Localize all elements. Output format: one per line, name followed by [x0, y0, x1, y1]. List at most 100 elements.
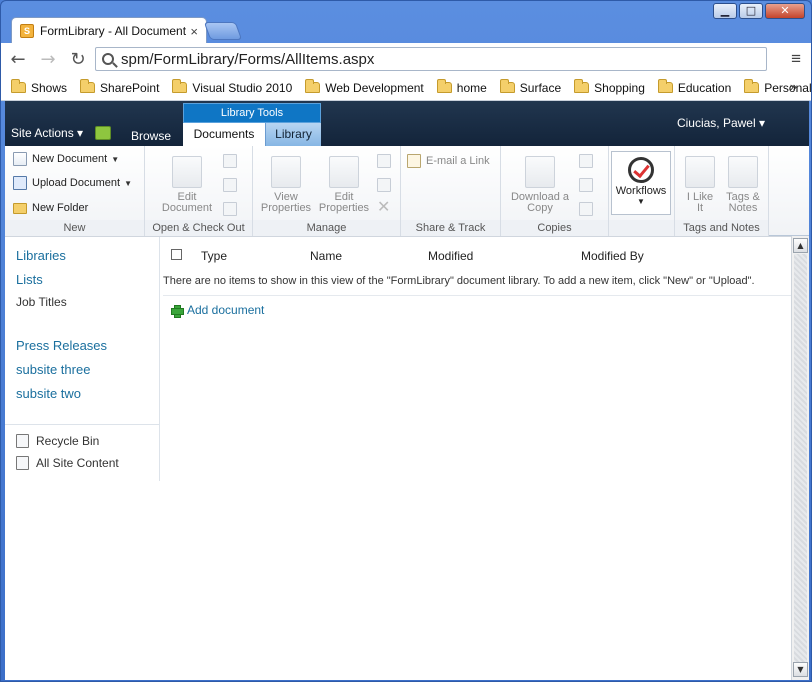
new-document-button[interactable]: New Document ▼	[13, 152, 119, 166]
nav-subsite-two[interactable]: subsite two	[16, 386, 81, 401]
bookmark-label: Shows	[31, 80, 68, 95]
bookmark-web-development[interactable]: Web Development	[305, 79, 424, 95]
select-all-checkbox[interactable]	[171, 249, 182, 260]
nav-press-releases[interactable]: Press Releases	[16, 338, 107, 353]
new-folder-label: New Folder	[32, 202, 89, 214]
folder-icon	[11, 79, 26, 93]
nav-lists[interactable]: Lists	[16, 272, 43, 287]
bookmark-label: SharePoint	[100, 80, 160, 95]
bookmark-surface[interactable]: Surface	[499, 79, 562, 95]
add-document-link[interactable]: Add document	[171, 303, 264, 318]
scroll-up-button[interactable]: ▲	[793, 238, 808, 253]
back-button[interactable]: ←	[5, 46, 31, 72]
folder-icon	[436, 79, 452, 93]
close-tab-icon[interactable]: ×	[190, 24, 198, 39]
user-menu[interactable]: Ciucias, Pawel ▾	[677, 116, 765, 130]
all-site-content-label: All Site Content	[36, 456, 119, 470]
thumbs-up-icon	[685, 156, 715, 188]
upload-document-button[interactable]: Upload Document ▼	[13, 176, 132, 190]
bookmark-label: Surface	[519, 80, 562, 95]
nav-all-site-content[interactable]: All Site Content	[16, 456, 119, 470]
edit-properties-label: Properties	[318, 202, 370, 214]
navigate-up-icon[interactable]	[95, 126, 111, 140]
check-out-icon[interactable]	[223, 154, 237, 168]
bookmark-home[interactable]: home	[436, 79, 487, 95]
url-text: spm/FormLibrary/Forms/AllItems.aspx	[121, 50, 375, 68]
column-modified[interactable]: Modified	[428, 249, 473, 263]
tab-strip: S FormLibrary - All Documents ×	[1, 13, 811, 44]
bookmark-label: Personal	[764, 80, 812, 95]
version-history-icon[interactable]	[377, 154, 391, 168]
dropdown-caret-icon: ▼	[111, 154, 120, 164]
bookmarks-overflow-icon[interactable]: »	[790, 79, 797, 94]
site-actions-menu[interactable]: Site Actions ▾	[11, 126, 83, 140]
tab-library[interactable]: Library	[265, 123, 321, 146]
folder-icon	[172, 79, 188, 93]
bookmark-sharepoint[interactable]: SharePoint	[80, 79, 160, 95]
send-to-icon[interactable]	[579, 154, 593, 168]
browser-menu-button[interactable]: ≡	[791, 49, 801, 69]
group-label-copies: Copies	[501, 220, 608, 236]
bookmark-education[interactable]: Education	[657, 79, 731, 95]
bookmark-label: Shopping	[594, 80, 645, 95]
new-tab-button[interactable]	[203, 22, 243, 40]
bookmarks-bar: Shows SharePoint Visual Studio 2010 Web …	[1, 75, 811, 101]
library-tools-header: Library Tools	[183, 103, 321, 123]
discard-check-out-icon[interactable]	[223, 202, 237, 216]
reload-button[interactable]: ↻	[65, 46, 91, 72]
group-label-manage: Manage	[253, 220, 400, 236]
nav-recycle-bin[interactable]: Recycle Bin	[16, 434, 99, 448]
workflows-label: Workflows	[615, 185, 667, 197]
column-name[interactable]: Name	[310, 249, 342, 263]
delete-document-icon[interactable]: ✕	[377, 200, 391, 216]
document-permissions-icon[interactable]	[377, 178, 391, 192]
download-copy-button[interactable]: Download a Copy	[505, 156, 575, 214]
nav-subsite-three[interactable]: subsite three	[16, 362, 90, 377]
check-in-icon[interactable]	[223, 178, 237, 192]
view-properties-button[interactable]: View Properties	[257, 156, 315, 214]
column-type[interactable]: Type	[201, 249, 227, 263]
download-copy-label: Copy	[527, 202, 553, 214]
scroll-track[interactable]	[794, 254, 807, 662]
list-header: Type Name Modified Modified By	[163, 237, 791, 273]
bookmark-visual-studio[interactable]: Visual Studio 2010	[172, 79, 292, 95]
site-content-icon	[16, 456, 29, 470]
nav-divider	[5, 424, 160, 425]
browser-toolbar: ← → ↻ spm/FormLibrary/Forms/AllItems.asp…	[1, 43, 811, 75]
new-folder-button[interactable]: New Folder	[13, 202, 88, 214]
download-icon	[525, 156, 555, 188]
address-bar[interactable]: spm/FormLibrary/Forms/AllItems.aspx	[95, 47, 767, 71]
tab-documents[interactable]: Documents	[183, 123, 265, 146]
upload-icon	[13, 176, 27, 190]
tab-title: FormLibrary - All Documents	[40, 24, 187, 38]
vertical-scrollbar[interactable]: ▲ ▼	[791, 236, 809, 680]
quick-launch: Libraries Lists Job Titles Press Release…	[5, 237, 160, 481]
i-like-it-button[interactable]: I Like It	[679, 156, 721, 214]
browser-tab[interactable]: S FormLibrary - All Documents ×	[11, 17, 207, 44]
recycle-bin-label: Recycle Bin	[36, 434, 100, 448]
group-label-new: New	[5, 220, 144, 236]
edit-document-button[interactable]: Edit Document	[159, 156, 215, 214]
column-modified-by[interactable]: Modified By	[581, 249, 644, 263]
search-icon	[102, 53, 114, 65]
go-to-source-icon[interactable]	[579, 202, 593, 216]
nav-job-titles[interactable]: Job Titles	[16, 295, 67, 309]
nav-libraries[interactable]: Libraries	[16, 248, 66, 263]
folder-icon	[657, 79, 673, 93]
dropdown-caret-icon: ▼	[637, 197, 645, 206]
folder-icon	[80, 79, 96, 93]
email-link-button[interactable]: E-mail a Link	[407, 154, 490, 168]
group-label-tags-notes: Tags and Notes	[675, 220, 768, 236]
forward-button[interactable]: →	[35, 46, 61, 72]
tags-notes-button[interactable]: Tags & Notes	[721, 156, 765, 214]
tags-notes-label: Notes	[728, 202, 758, 214]
scroll-down-button[interactable]: ▼	[793, 662, 808, 677]
manage-copies-icon[interactable]	[579, 178, 593, 192]
tab-browse[interactable]: Browse	[131, 129, 171, 143]
edit-properties-button[interactable]: Edit Properties	[315, 156, 373, 214]
bookmark-personal[interactable]: Personal	[744, 79, 812, 95]
workflows-button[interactable]: Workflows ▼	[611, 151, 671, 215]
folder-icon	[574, 79, 590, 93]
bookmark-shows[interactable]: Shows	[11, 79, 68, 95]
bookmark-shopping[interactable]: Shopping	[574, 79, 645, 95]
